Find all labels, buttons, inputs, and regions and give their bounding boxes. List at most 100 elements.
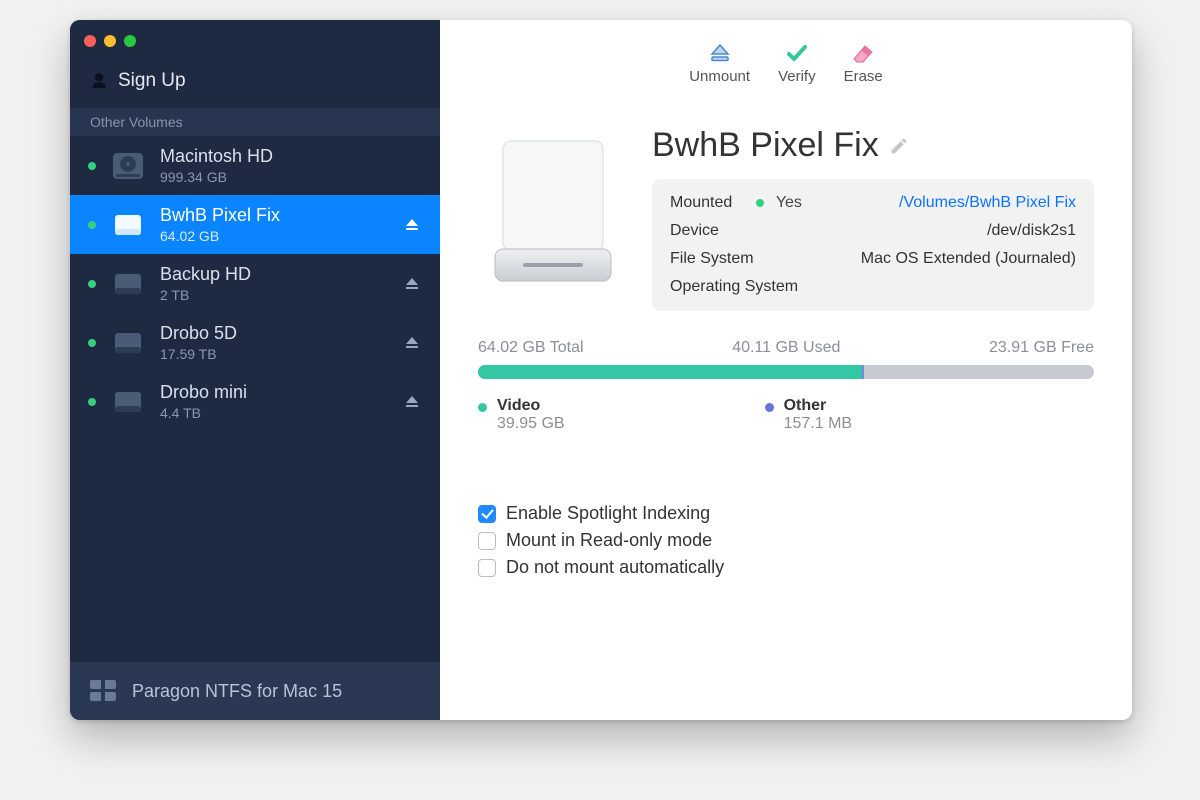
legend-value: 157.1 MB [784, 415, 852, 433]
volume-size: 17.59 TB [160, 346, 237, 362]
unmount-button[interactable]: Unmount [689, 42, 750, 85]
content: BwhB Pixel Fix Mounted Yes /Volumes/BwhB… [440, 108, 1132, 578]
volume-title-text: BwhB Pixel Fix [652, 126, 879, 165]
usage-bar [478, 365, 1094, 379]
external-drive-icon [110, 207, 146, 243]
user-icon [90, 72, 108, 90]
legend-entry-other: Other 157.1 MB [765, 397, 852, 433]
volume-size: 2 TB [160, 287, 251, 303]
toolbar: Unmount Verify Erase [440, 20, 1132, 108]
sign-up-link[interactable]: Sign Up [70, 62, 440, 108]
app-name-label: Paragon NTFS for Mac 15 [132, 681, 342, 702]
device-value: /dev/disk2s1 [987, 222, 1076, 240]
sidebar-volume-macintosh-hd[interactable]: Macintosh HD 999.34 GB [70, 136, 440, 195]
usage-legend: Video 39.95 GB Other 157.1 MB [478, 397, 1094, 433]
mounted-value: Yes [776, 194, 802, 211]
sidebar-volume-drobo-5d[interactable]: Drobo 5D 17.59 TB [70, 313, 440, 372]
volume-name: BwhB Pixel Fix [160, 205, 280, 226]
option-label: Do not mount automatically [506, 557, 724, 578]
checkmark-icon [784, 42, 810, 66]
usage-segment-other [862, 365, 864, 379]
option-label: Mount in Read-only mode [506, 530, 712, 551]
erase-button[interactable]: Erase [844, 42, 883, 85]
eject-button[interactable] [404, 394, 420, 410]
disk-illustration [478, 126, 628, 296]
window-traffic-lights [70, 20, 440, 62]
info-row-os: Operating System [670, 273, 1076, 301]
info-row-mounted: Mounted Yes /Volumes/BwhB Pixel Fix [670, 189, 1076, 217]
verify-button[interactable]: Verify [778, 42, 816, 85]
minimize-window-button[interactable] [104, 35, 116, 47]
status-dot-icon [756, 199, 764, 207]
external-drive-icon [110, 384, 146, 420]
eject-icon [707, 42, 733, 66]
info-row-device: Device /dev/disk2s1 [670, 217, 1076, 245]
fullscreen-window-button[interactable] [124, 35, 136, 47]
usage-segment-video [478, 365, 862, 379]
usage-total: 64.02 GB Total [478, 339, 584, 357]
close-window-button[interactable] [84, 35, 96, 47]
volume-name: Drobo mini [160, 382, 247, 403]
volume-name: Drobo 5D [160, 323, 237, 344]
external-drive-large-icon [483, 131, 623, 291]
sidebar-volume-bwhb-pixel-fix[interactable]: BwhB Pixel Fix 64.02 GB [70, 195, 440, 254]
option-no-automount[interactable]: Do not mount automatically [478, 557, 1094, 578]
options: Enable Spotlight Indexing Mount in Read-… [478, 503, 1094, 578]
external-drive-icon [110, 325, 146, 361]
eraser-icon [850, 42, 876, 66]
unmount-label: Unmount [689, 68, 750, 85]
info-label: File System [670, 250, 754, 268]
eject-button[interactable] [404, 276, 420, 292]
sign-up-label: Sign Up [118, 70, 186, 92]
legend-value: 39.95 GB [497, 415, 565, 433]
status-dot-icon [88, 398, 96, 406]
eject-icon [404, 335, 420, 351]
info-label: Operating System [670, 278, 798, 296]
sidebar-section-header: Other Volumes [70, 108, 440, 136]
option-spotlight[interactable]: Enable Spotlight Indexing [478, 503, 1094, 524]
filesystem-value: Mac OS Extended (Journaled) [861, 250, 1076, 268]
eject-icon [404, 217, 420, 233]
internal-drive-icon [110, 148, 146, 184]
status-dot-icon [88, 162, 96, 170]
volume-info-box: Mounted Yes /Volumes/BwhB Pixel Fix Devi… [652, 179, 1094, 311]
volume-name: Macintosh HD [160, 146, 273, 167]
verify-label: Verify [778, 68, 816, 85]
option-label: Enable Spotlight Indexing [506, 503, 710, 524]
eject-icon [404, 394, 420, 410]
info-row-filesystem: File System Mac OS Extended (Journaled) [670, 245, 1076, 273]
legend-entry-video: Video 39.95 GB [478, 397, 565, 433]
eject-icon [404, 276, 420, 292]
volume-title: BwhB Pixel Fix [652, 126, 1094, 165]
main-panel: Unmount Verify Erase [440, 20, 1132, 720]
sidebar-footer[interactable]: Paragon NTFS for Mac 15 [70, 662, 440, 720]
option-readonly[interactable]: Mount in Read-only mode [478, 530, 1094, 551]
app-window: Sign Up Other Volumes Macintosh HD 999.3… [70, 20, 1132, 720]
checkbox-icon[interactable] [478, 505, 496, 523]
info-label: Mounted [670, 194, 732, 212]
legend-label: Other [784, 397, 852, 415]
external-drive-icon [110, 266, 146, 302]
info-label: Device [670, 222, 719, 240]
eject-button[interactable] [404, 217, 420, 233]
volume-size: 4.4 TB [160, 405, 247, 421]
usage-section: 64.02 GB Total 40.11 GB Used 23.91 GB Fr… [478, 339, 1094, 433]
volume-name: Backup HD [160, 264, 251, 285]
checkbox-icon[interactable] [478, 532, 496, 550]
mount-path-link[interactable]: /Volumes/BwhB Pixel Fix [899, 194, 1076, 212]
sidebar-volume-backup-hd[interactable]: Backup HD 2 TB [70, 254, 440, 313]
legend-label: Video [497, 397, 565, 415]
status-dot-icon [88, 280, 96, 288]
legend-swatch-icon [765, 403, 774, 412]
drive-stack-icon [90, 680, 116, 702]
sidebar: Sign Up Other Volumes Macintosh HD 999.3… [70, 20, 440, 720]
sidebar-volume-drobo-mini[interactable]: Drobo mini 4.4 TB [70, 372, 440, 431]
usage-free: 23.91 GB Free [989, 339, 1094, 357]
erase-label: Erase [844, 68, 883, 85]
usage-used: 40.11 GB Used [732, 339, 840, 357]
checkbox-icon[interactable] [478, 559, 496, 577]
volume-size: 999.34 GB [160, 169, 273, 185]
edit-icon[interactable] [889, 136, 909, 156]
eject-button[interactable] [404, 335, 420, 351]
status-dot-icon [88, 221, 96, 229]
